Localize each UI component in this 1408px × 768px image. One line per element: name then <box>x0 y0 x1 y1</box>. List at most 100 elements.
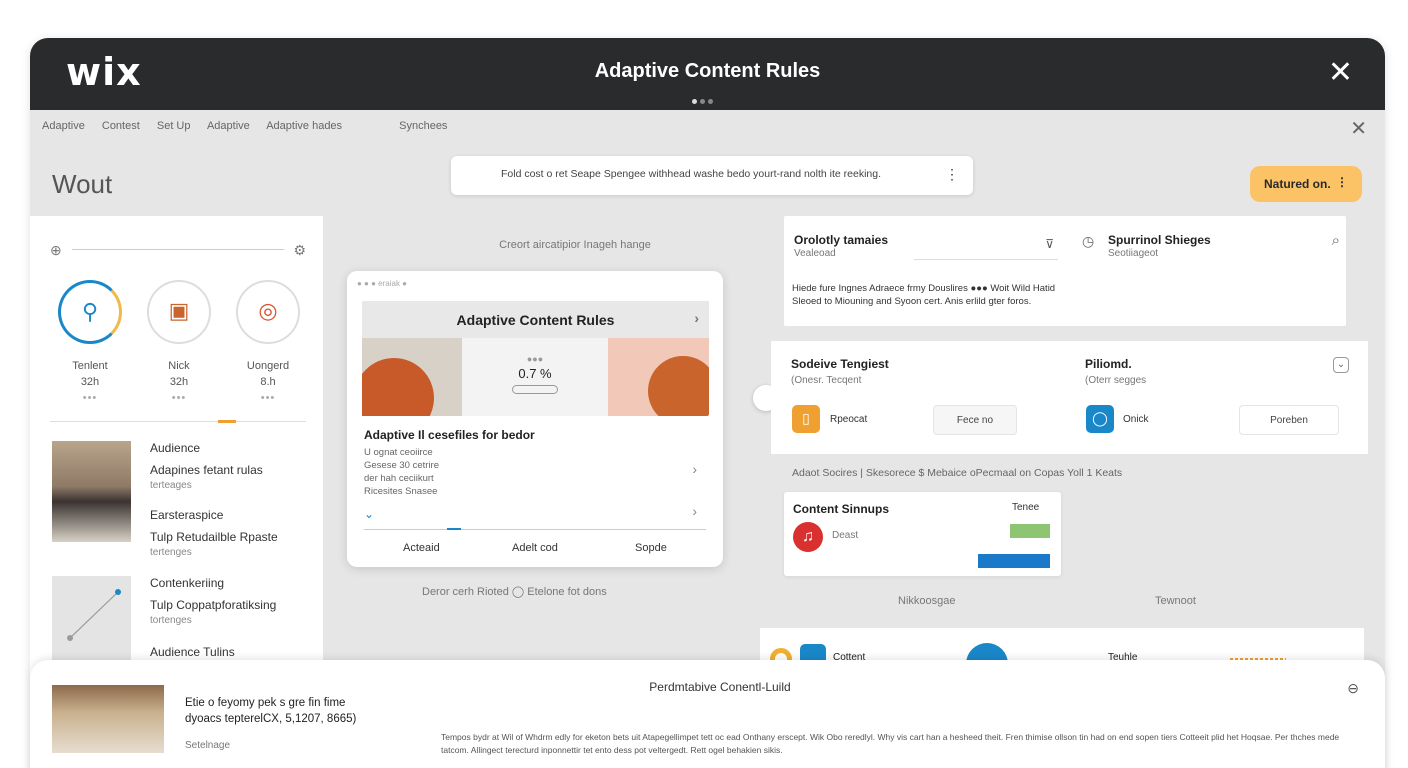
option-label: Rpeocat <box>830 414 868 425</box>
preview-card[interactable]: ● ● ● eraiak ● Adaptive Content Rules › … <box>347 271 723 567</box>
stat-label: Tenlent <box>72 360 108 372</box>
list-item[interactable]: Audience Tulins <box>150 644 235 660</box>
hero-metric: ●●● 0.7 % <box>462 338 608 416</box>
slider-track <box>72 249 284 250</box>
stat-dots: ••• <box>260 392 276 404</box>
tab-sopde[interactable]: Sopde <box>635 542 667 554</box>
card-detail-line: Ricesites Snasee <box>364 486 438 497</box>
settings-icon[interactable]: ⚙ <box>293 242 306 259</box>
subnav-item-extra[interactable]: Synchees <box>399 120 447 132</box>
list-item[interactable]: Audience Adapines fetant rulas terteages <box>150 440 263 494</box>
link-icon[interactable]: ⊖ <box>1347 680 1359 697</box>
center-caption: Creort aircatipior Inageh hange <box>499 239 651 251</box>
platform-subtitle: (Oterr segges <box>1085 375 1147 386</box>
more-icon[interactable]: ⋮ <box>1336 175 1348 189</box>
section-label: Tewnoot <box>1155 595 1196 607</box>
filter-icon[interactable]: ⊽ <box>1045 237 1054 251</box>
filter-dropdown[interactable]: ⊽ <box>914 234 1058 260</box>
tab-adelt-cod[interactable]: Adelt cod <box>512 542 558 554</box>
setups-title: Content Sinnups <box>793 502 889 516</box>
calendar-icon: ▣ <box>168 298 190 323</box>
metric-dots: ●●● <box>526 354 544 364</box>
stat-dots: ••• <box>171 392 187 404</box>
list-item-subtitle: Tulp Retudailble Rpaste <box>150 530 278 544</box>
bar-blue <box>978 554 1050 568</box>
subnav-item[interactable]: Adaptive <box>207 120 250 132</box>
tab-acteaid[interactable]: Acteaid <box>403 542 440 554</box>
subnav-item[interactable]: Contest <box>102 120 140 132</box>
stat-item: Nick 32h ••• <box>139 358 219 406</box>
tab-indicator <box>447 528 461 530</box>
panel-close-icon[interactable]: ✕ <box>1350 116 1367 141</box>
chevron-right-icon[interactable]: › <box>692 503 697 519</box>
add-circle-icon[interactable]: ⊕ <box>50 242 62 259</box>
sub-navigation: Adaptive Contest Set Up Adaptive Adaptiv… <box>42 120 461 132</box>
stat-value: 32h <box>169 376 189 388</box>
list-item-meta: tortenges <box>150 615 192 626</box>
search-banner[interactable]: Fold cost o ret Seape Spengee withhead w… <box>451 156 973 195</box>
top-header: wix Adaptive Content Rules ✕ <box>30 38 1385 110</box>
primary-button[interactable]: Natured on. ⋮ <box>1250 166 1362 202</box>
list-item-title: Earsteraspice <box>150 508 224 522</box>
target-icon: ◎ <box>258 298 278 323</box>
clock-icon: ◷ <box>1082 233 1095 249</box>
drawer-heading: Perdmtabive Conentl-Luild <box>649 680 791 694</box>
drawer-title: Etie o feyomy pek s gre fin fime dyoacs … <box>185 695 356 727</box>
range-slider[interactable]: ⊕ ⚙ <box>50 242 306 258</box>
drawer-subtitle: Setelnage <box>185 740 231 751</box>
list-item-meta: terteages <box>150 480 192 491</box>
option-label: Onick <box>1123 414 1149 425</box>
platform-title: Piliomd. <box>1085 357 1132 371</box>
subnav-item[interactable]: Adaptive <box>42 120 85 132</box>
filter-card: Orolotly tamaies Vealeoad ⊽ ◷ Spurrinol … <box>784 216 1346 326</box>
card-hero: Adaptive Content Rules › ●●● 0.7 % <box>362 301 709 416</box>
audience-photo[interactable] <box>52 441 131 542</box>
chevron-down-icon[interactable]: ⌄ <box>1333 357 1349 373</box>
list-item[interactable]: Earsteraspice Tulp Retudailble Rpaste te… <box>150 507 278 561</box>
subnav-item[interactable]: Adaptive hades <box>266 120 342 132</box>
chevron-right-icon[interactable]: › <box>694 310 699 326</box>
drawer-title-line: dyoacs tepterelCX, 5,1207, 8665) <box>185 713 357 725</box>
section-label: Nikkoosgae <box>898 595 956 607</box>
metric-value: 0.7 % <box>518 366 552 381</box>
subnav-item[interactable]: Set Up <box>157 120 191 132</box>
search-icon[interactable]: ⌕ <box>1332 232 1340 249</box>
content-setups-card[interactable]: Content Sinnups Tenee ♫ Deast <box>784 492 1061 576</box>
filter-description: Hiede fure Ingnes Adraece frmy Douslires… <box>792 283 1056 307</box>
divider <box>50 421 306 422</box>
stat-gauge[interactable]: ◎ <box>236 280 300 344</box>
chevron-right-icon[interactable]: › <box>692 461 697 477</box>
targeting-card: Sodeive Tengiest (Onesr. Tecqent Piliomd… <box>771 341 1368 454</box>
close-icon[interactable]: ✕ <box>1328 58 1353 88</box>
list-item[interactable]: Contenkeriing Tulp Coppatpforatiksing to… <box>150 575 276 629</box>
primary-button-label: Natured on. <box>1264 177 1331 191</box>
filter-subtitle: Vealeoad <box>794 248 836 259</box>
pin-icon: ⚲ <box>81 299 99 324</box>
bottom-drawer: Etie o feyomy pek s gre fin fime dyoacs … <box>30 660 1385 768</box>
bar-green <box>1010 524 1050 538</box>
building-photo[interactable] <box>52 685 164 753</box>
page-title: Wout <box>52 169 113 199</box>
card-detail-line: Gesese 30 cetrire <box>364 460 439 471</box>
option-button[interactable]: Poreben <box>1239 405 1339 435</box>
targeting-subtitle: (Onesr. Tecqent <box>791 375 862 386</box>
drawer-body: Tempos bydr at Wil of Whdrm edly for eke… <box>441 732 1340 755</box>
stats-line: Adaot Socires | Skesorece $ Mebaice oPec… <box>792 467 1123 479</box>
stat-dots: ••• <box>82 392 98 404</box>
stat-gauge[interactable]: ⚲ <box>58 280 122 344</box>
active-indicator <box>218 420 236 423</box>
app-window: wix Adaptive Content Rules ✕ Adaptive Co… <box>30 38 1385 768</box>
card-details: U ognat ceoiirce Gesese 30 cetrire der h… <box>364 446 439 498</box>
targeting-title: Sodeive Tengiest <box>791 357 889 371</box>
card-tab-divider <box>364 529 706 530</box>
stat-item: Tenlent 32h ••• <box>50 358 130 406</box>
metric-bar <box>512 385 558 394</box>
search-subtitle: Seotiiageot <box>1108 248 1159 259</box>
more-icon[interactable]: ⋮ <box>945 166 959 183</box>
line-chart-thumbnail[interactable] <box>52 576 131 666</box>
chevron-down-icon[interactable]: ⌄ <box>364 507 374 521</box>
option-button[interactable]: Fece no <box>933 405 1017 435</box>
hero-header[interactable]: Adaptive Content Rules › <box>362 301 709 338</box>
card-subtitle: Adaptive Il cesefiles for bedor <box>364 428 535 442</box>
stat-gauge[interactable]: ▣ <box>147 280 211 344</box>
